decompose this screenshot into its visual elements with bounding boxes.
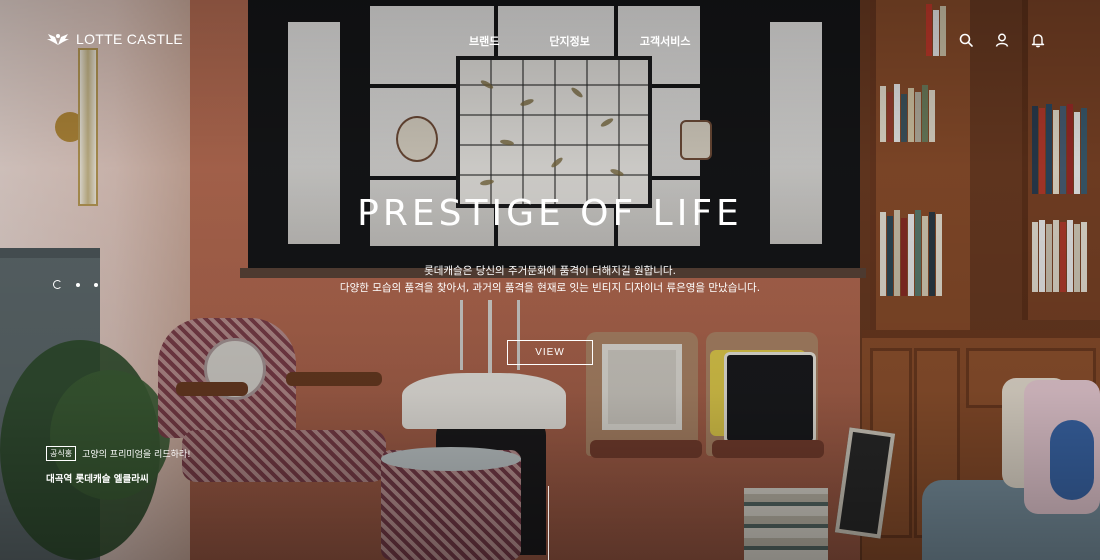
utility-menu: [958, 32, 1046, 48]
site-header: LOTTE CASTLE 브랜드 단지정보 고객서비스: [0, 0, 1100, 80]
pager-dot-active[interactable]: [53, 280, 62, 289]
brand-logo[interactable]: LOTTE CASTLE: [46, 31, 183, 47]
slide-pager: [53, 280, 98, 289]
promo-subtitle: 고양의 프리미엄을 리드하라!: [82, 450, 191, 460]
promo-badge: 공식홍: [46, 446, 77, 461]
promo-title: 대곡역 롯데캐슬 엘클라씨: [46, 474, 149, 485]
promo-banner[interactable]: 공식홍 고양의 프리미엄을 리드하라! 대곡역 롯데캐슬 엘클라씨: [46, 446, 191, 485]
nav-item-brand[interactable]: 브랜드: [469, 33, 499, 49]
search-icon[interactable]: [958, 32, 974, 48]
bell-icon[interactable]: [1030, 32, 1046, 48]
pager-dot[interactable]: [94, 282, 98, 287]
main-navigation: 브랜드 단지정보 고객서비스: [469, 33, 690, 49]
nav-item-complex-info[interactable]: 단지정보: [549, 33, 589, 49]
nav-item-customer-service[interactable]: 고객서비스: [640, 33, 691, 49]
scroll-indicator-line: [548, 486, 549, 560]
brand-name: LOTTE CASTLE: [76, 31, 184, 47]
promo-row: 공식홍 고양의 프리미엄을 리드하라!: [46, 446, 191, 461]
view-button[interactable]: VIEW: [507, 340, 593, 365]
hero-description-line: 롯데캐슬은 당신의 주거문화에 품격이 더해지길 원합니다.: [424, 265, 676, 277]
wings-crest-icon: [47, 34, 69, 45]
hero-description: 롯데캐슬은 당신의 주거문화에 품격이 더해지길 원합니다. 다양한 모습의 품…: [0, 263, 1100, 297]
user-icon[interactable]: [994, 32, 1010, 48]
hero-description-line: 다양한 모습의 품격을 찾아서, 과거의 품격을 현재로 잇는 빈티지 디자이너…: [339, 282, 761, 294]
hero-title: PRESTIGE OF LIFE: [357, 193, 743, 234]
pager-dot[interactable]: [76, 282, 80, 287]
